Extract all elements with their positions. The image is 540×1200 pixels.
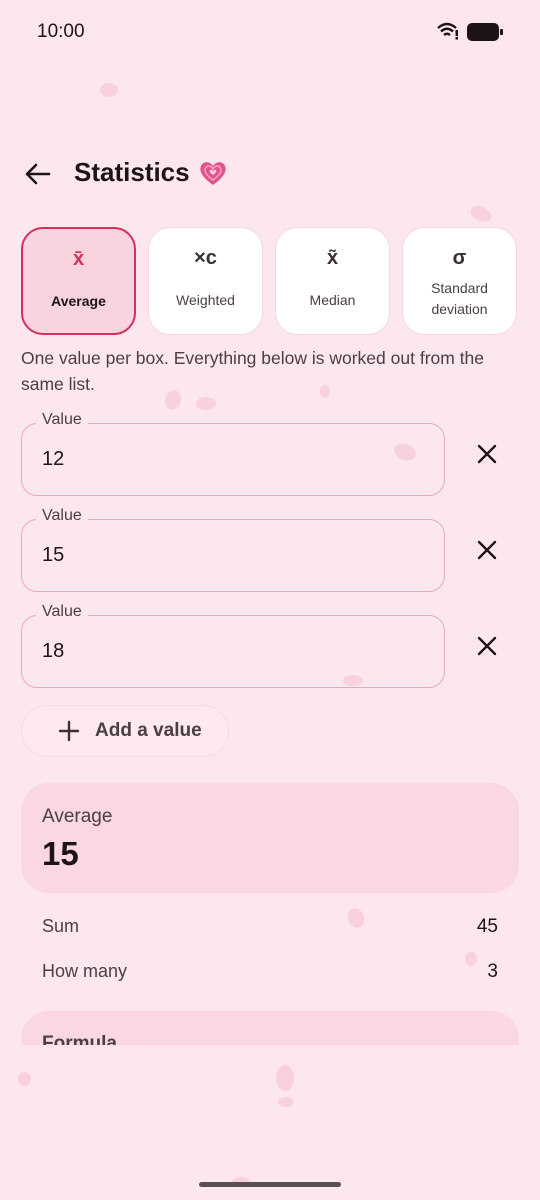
weighted-symbol-icon: ×c <box>194 247 217 269</box>
value-field[interactable]: Value 18 <box>21 603 445 688</box>
formula-label: Formula <box>42 1033 117 1045</box>
remove-value-button[interactable] <box>467 626 507 666</box>
stat-row-count: How many 3 <box>42 961 498 983</box>
page-title-text: Statistics <box>74 157 190 187</box>
hint-text: One value per box. Everything below is w… <box>21 348 485 394</box>
wifi-icon <box>437 22 458 40</box>
field-label: Value <box>36 411 88 429</box>
field-label: Value <box>36 603 88 621</box>
stat-label: How many <box>42 961 128 981</box>
tab-label: Standard deviation <box>431 278 488 320</box>
tab-label-line1: Standard <box>431 280 488 296</box>
tab-average[interactable]: x̄ Average <box>21 227 136 335</box>
formula-card: Formula <box>21 1011 519 1045</box>
field-value[interactable]: 12 <box>42 448 64 471</box>
add-value-button[interactable]: Add a value <box>21 705 229 757</box>
stat-row-sum: Sum 45 <box>42 916 498 938</box>
field-value[interactable]: 15 <box>42 544 64 567</box>
tab-median[interactable]: x̃ Median <box>275 227 390 335</box>
remove-value-button[interactable] <box>467 434 507 474</box>
result-label: Average <box>42 806 113 827</box>
close-icon <box>477 636 497 656</box>
tab-label: Average <box>51 293 106 309</box>
median-symbol-icon: x̃ <box>326 247 339 269</box>
value-field[interactable]: Value 12 <box>21 411 445 496</box>
tab-standard-deviation[interactable]: σ Standard deviation <box>402 227 517 335</box>
tab-label: Median <box>309 292 356 308</box>
stat-label: Sum <box>42 916 80 936</box>
tab-label-line2: deviation <box>431 301 488 317</box>
result-card: Average 15 <box>21 783 519 893</box>
tab-label: Weighted <box>176 292 235 308</box>
arrow-left-icon <box>25 163 51 185</box>
back-button[interactable] <box>20 156 56 192</box>
add-value-label: Add a value <box>95 720 202 741</box>
result-value: 15 <box>42 835 79 872</box>
status-time: 10:00 <box>37 21 85 42</box>
remove-value-button[interactable] <box>467 530 507 570</box>
close-icon <box>477 444 497 464</box>
battery-icon <box>467 23 503 41</box>
tab-weighted[interactable]: ×c Weighted <box>148 227 263 335</box>
value-field[interactable]: Value 15 <box>21 507 445 592</box>
field-value[interactable]: 18 <box>42 640 64 663</box>
page-title: Statistics <box>74 157 228 188</box>
sigma-symbol-icon: σ <box>452 247 467 269</box>
stat-value: 3 <box>487 961 498 982</box>
field-label: Value <box>36 507 88 525</box>
stat-value: 45 <box>476 916 498 937</box>
status-bar: 10:00 <box>0 0 540 64</box>
sparkling-heart-icon <box>200 161 226 185</box>
home-indicator[interactable] <box>199 1182 341 1187</box>
mean-symbol-icon: x̄ <box>72 248 85 270</box>
plus-icon <box>58 720 80 742</box>
close-icon <box>477 540 497 560</box>
